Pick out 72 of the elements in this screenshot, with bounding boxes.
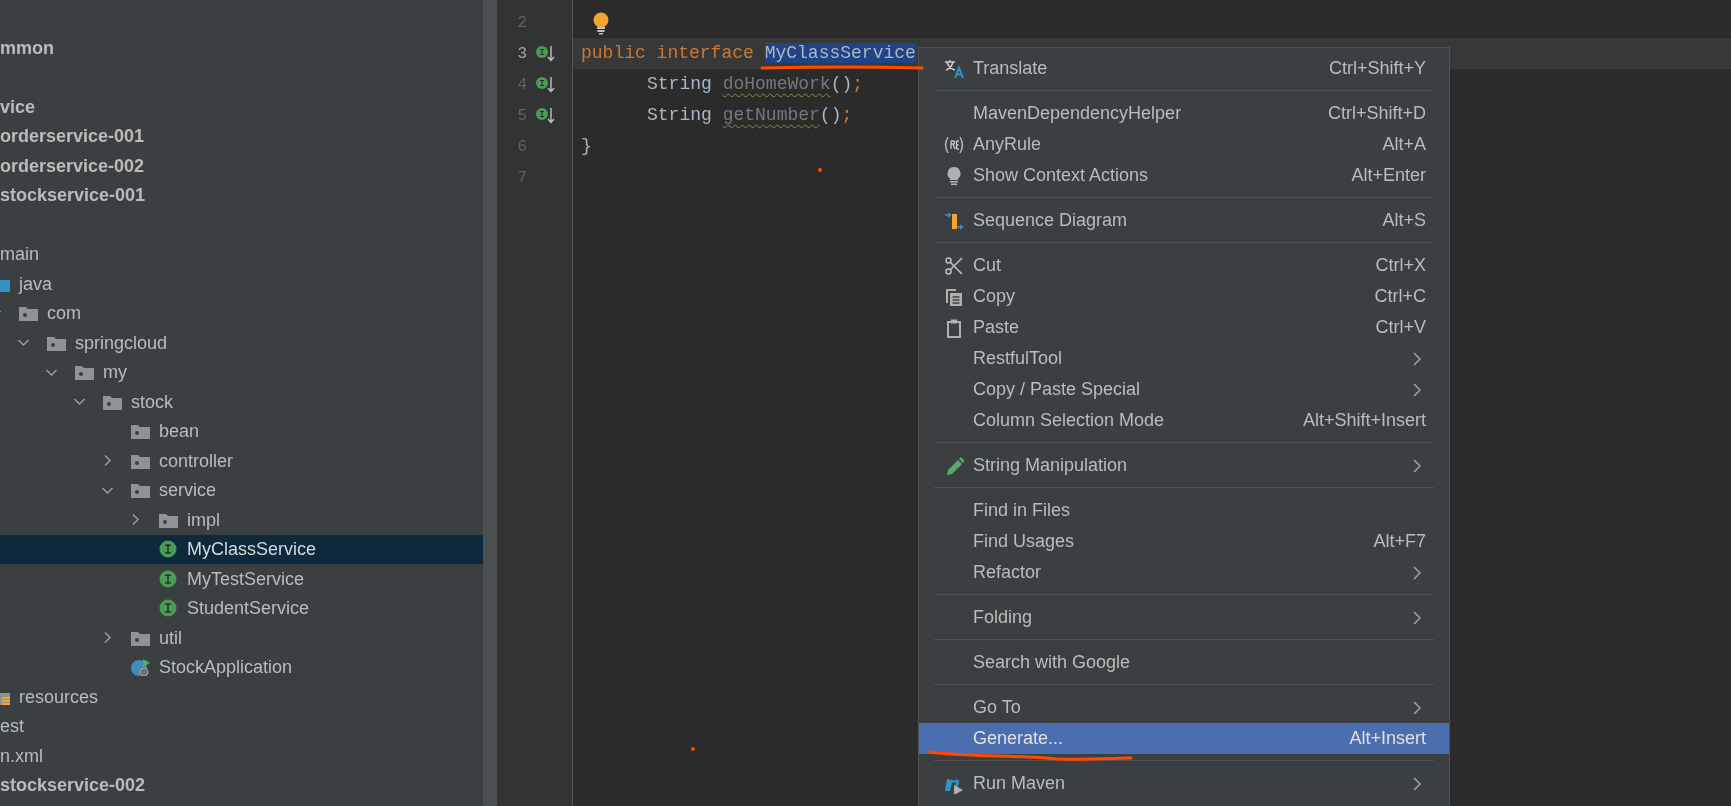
code-line: String doHomeWork(); [647, 73, 864, 96]
folder-icon [130, 422, 151, 441]
menu-item[interactable]: Sequence Diagram Alt+S [919, 205, 1449, 236]
tree-item[interactable]: controller [159, 451, 234, 470]
tree-item[interactable]: MyTestService [187, 569, 305, 588]
menu-item[interactable]: Refactor [919, 557, 1449, 588]
interface-icon [158, 540, 179, 559]
menu-item[interactable]: Translate Ctrl+Shift+Y [919, 53, 1449, 84]
tree-item[interactable]: mmon [0, 38, 54, 57]
tree-item[interactable]: java [19, 274, 53, 293]
implemented-icon[interactable] [535, 105, 555, 126]
menu-item[interactable]: Cut Ctrl+X [919, 250, 1449, 281]
code-line: } [581, 135, 592, 158]
tree-item[interactable]: orderservice-001 [0, 127, 145, 146]
menu-item[interactable]: Column Selection Mode Alt+Shift+Insert [919, 405, 1449, 436]
application-icon [130, 658, 151, 677]
scroll-bar[interactable] [483, 0, 497, 806]
sequence-diagram-icon [944, 210, 964, 231]
lightbulb-icon [944, 165, 964, 186]
tree-item[interactable]: n.xml [0, 746, 43, 765]
regex-icon [944, 134, 964, 155]
menu-item[interactable]: RestfulTool [919, 343, 1449, 374]
menu-item[interactable]: Search with Google [919, 647, 1449, 678]
tree-item[interactable]: orderservice-002 [0, 156, 145, 175]
menu-item[interactable]: Paste Ctrl+V [919, 312, 1449, 343]
lightbulb-icon[interactable] [591, 10, 611, 35]
tree-item[interactable]: stockservice-002 [0, 776, 146, 795]
tree-item[interactable]: springcloud [75, 333, 168, 352]
menu-item[interactable]: AnyRule Alt+A [919, 129, 1449, 160]
annotation-dot [818, 168, 822, 172]
code-line: String getNumber(); [647, 104, 853, 127]
menu-item[interactable]: MavenDependencyHelper Ctrl+Shift+D [919, 98, 1449, 129]
tree-item[interactable]: impl [187, 510, 220, 529]
folder-icon [74, 363, 95, 382]
annotation-dot [691, 747, 695, 751]
menu-item[interactable]: String Manipulation [919, 450, 1449, 481]
folder-icon [18, 304, 39, 323]
menu-item[interactable]: Go To [919, 692, 1449, 723]
tree-item[interactable]: MyClassService [187, 540, 317, 559]
code-line: public interface MyClassService [581, 42, 916, 65]
tree-item[interactable]: util [159, 628, 182, 647]
tree-item[interactable]: stockservice-001 [0, 186, 146, 205]
tree-item[interactable]: main [0, 245, 39, 264]
line-number: 3 [516, 43, 527, 65]
tree-item[interactable]: StockApplication [159, 658, 293, 677]
clipboard-icon [944, 317, 964, 338]
tree-item[interactable]: resources [19, 687, 99, 706]
folder-icon [130, 481, 151, 500]
tree-item[interactable]: StudentService [187, 599, 310, 618]
menu-item[interactable]: Run Maven [919, 768, 1449, 799]
interface-icon [158, 599, 179, 618]
implemented-icon[interactable] [535, 74, 555, 95]
tree-item[interactable]: stock [131, 392, 173, 411]
implemented-icon[interactable] [535, 43, 555, 64]
menu-item[interactable]: Find in Files [919, 495, 1449, 526]
scissors-icon [944, 255, 964, 276]
tree-item[interactable]: service [159, 481, 216, 500]
pencil-icon [944, 455, 964, 476]
menu-item[interactable]: Find Usages Alt+F7 [919, 526, 1449, 557]
tree-item[interactable]: com [47, 304, 81, 323]
menu-item[interactable]: Show Context Actions Alt+Enter [919, 160, 1449, 191]
translate-icon [944, 58, 964, 79]
tree-item[interactable]: bean [159, 422, 200, 441]
menu-item[interactable]: Copy Ctrl+C [919, 281, 1449, 312]
tree-item[interactable]: vice [0, 97, 36, 116]
copy-icon [944, 286, 964, 307]
interface-icon [158, 569, 179, 588]
menu-item[interactable]: Copy / Paste Special [919, 374, 1449, 405]
tree-item[interactable]: my [103, 363, 127, 382]
menu-item[interactable]: Folding [919, 602, 1449, 633]
tree-item[interactable]: est [0, 717, 24, 736]
menu-item[interactable]: Generate... Alt+Insert [919, 723, 1449, 754]
